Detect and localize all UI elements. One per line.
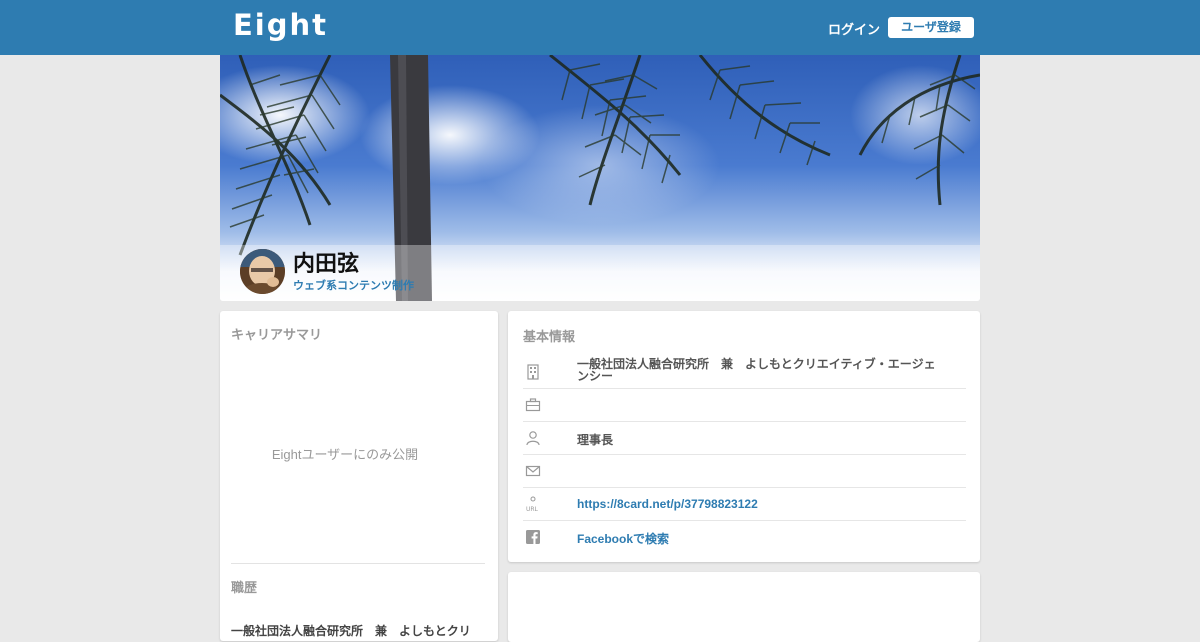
- top-bar: Eight ログイン ユーザ登録: [0, 0, 1200, 55]
- person-icon: [526, 431, 540, 446]
- work-history-heading: 職歴: [231, 580, 258, 595]
- info-row-department: [523, 388, 966, 422]
- info-row-facebook: Facebookで検索: [523, 520, 966, 553]
- briefcase-icon: [525, 398, 541, 412]
- info-row-position: 理事長: [523, 421, 966, 455]
- work-history-first-entry: 一般社団法人融合研究所 兼 よしもとクリ: [231, 624, 471, 638]
- career-summary-card: キャリアサマリ Eightユーザーにのみ公開 職歴 一般社団法人融合研究所 兼 …: [220, 311, 498, 641]
- building-icon: [527, 364, 539, 380]
- basic-info-heading: 基本情報: [523, 329, 576, 344]
- info-row-company: 一般社団法人融合研究所 兼 よしもとクリエイティブ・エージェンシー: [523, 355, 966, 389]
- profile-title: ウェブ系コンテンツ制作: [293, 280, 414, 292]
- secondary-card: [508, 572, 980, 642]
- company-name: 一般社団法人融合研究所 兼 よしもとクリエイティブ・エージェンシー: [577, 357, 936, 383]
- login-link[interactable]: ログイン: [828, 19, 880, 38]
- profile-url-link[interactable]: https://8card.net/p/37798823122: [577, 497, 758, 511]
- svg-text:URL: URL: [526, 506, 539, 512]
- signup-button[interactable]: ユーザ登録: [888, 17, 974, 38]
- avatar: [240, 249, 285, 294]
- avatar-photo: [240, 249, 285, 294]
- eight-logo[interactable]: Eight: [233, 8, 328, 42]
- facebook-search-link[interactable]: Facebookで検索: [577, 530, 669, 547]
- info-row-email: [523, 454, 966, 488]
- url-icon: URL: [526, 496, 539, 512]
- profile-name: 内田弦: [293, 251, 360, 276]
- mail-icon: [525, 465, 541, 477]
- divider: [231, 563, 485, 564]
- info-row-url: URL https://8card.net/p/37798823122: [523, 487, 966, 521]
- private-note: Eightユーザーにのみ公開: [271, 447, 419, 462]
- basic-info-card: 基本情報 一般社団法人融合研究所 兼 よしもとクリエイティブ・エージェンシー 理…: [508, 311, 980, 562]
- facebook-icon: [526, 530, 540, 544]
- position-value: 理事長: [577, 433, 614, 447]
- career-summary-heading: キャリアサマリ: [231, 327, 323, 342]
